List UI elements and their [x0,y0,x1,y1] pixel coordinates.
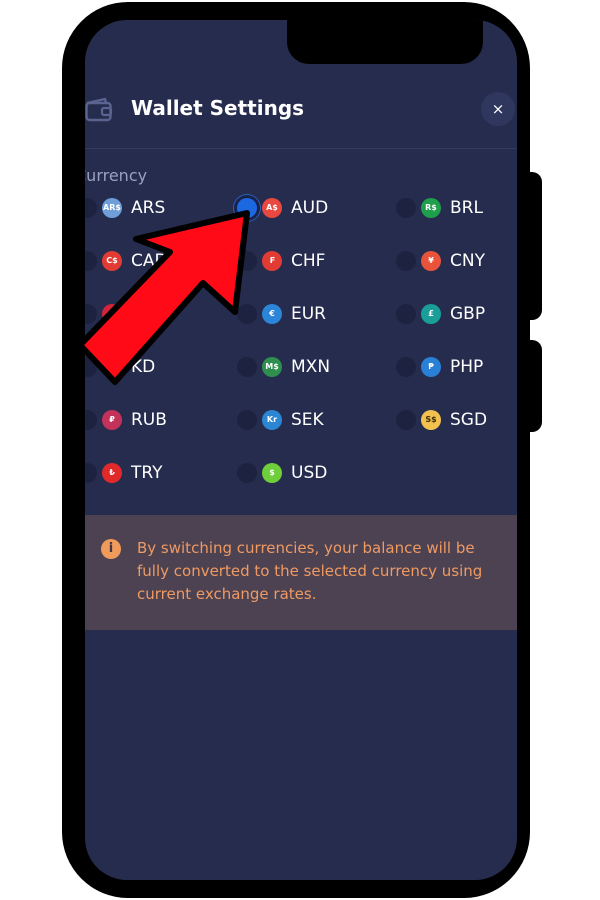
currency-flag-icon: S$ [421,410,441,430]
currency-code: KD [131,357,156,377]
currency-flag-icon: A$ [262,198,282,218]
currency-radio[interactable] [396,198,416,218]
currency-radio[interactable] [85,304,97,324]
currency-flag-icon: $ [262,463,282,483]
currency-radio[interactable] [237,410,257,430]
currency-radio[interactable] [237,463,257,483]
currency-flag-icon: ₺ [102,463,122,483]
currency-code: BRL [450,198,483,218]
currency-code: MXN [291,357,331,377]
modal-header: Wallet Settings × [85,72,517,149]
currency-radio[interactable] [85,357,97,377]
close-button[interactable]: × [481,92,515,126]
currency-flag-icon: ₽ [102,410,122,430]
phone-notch [287,20,483,64]
currency-code: SEK [291,410,324,430]
currency-flag-icon: ¥ [421,251,441,271]
currency-flag-icon: Kr [262,410,282,430]
currency-radio[interactable] [237,251,257,271]
info-icon: i [101,539,121,559]
currency-flag-icon: € [262,304,282,324]
wallet-icon [85,97,113,122]
currency-code: RUB [131,410,167,430]
currency-flag-icon: M$ [262,357,282,377]
currency-radio[interactable] [237,357,257,377]
currency-code: CHF [291,251,326,271]
currency-code: CAD [131,251,168,271]
currency-radio[interactable] [237,198,257,218]
currency-flag-icon: ₱ [421,357,441,377]
currency-flag-icon: K [102,304,122,324]
conversion-notice: i By switching currencies, your balance … [85,515,517,630]
page-title: Wallet Settings [131,96,305,120]
currency-flag-icon: ₣ [262,251,282,271]
currency-flag-icon: AR$ [102,198,122,218]
currency-radio[interactable] [85,463,97,483]
currency-code: CNY [450,251,485,271]
currency-radio[interactable] [237,304,257,324]
currency-code: TRY [131,463,163,483]
wallet-settings-screen: Wallet Settings × Currency AR$ ARS A$ AUD R$… [85,20,517,880]
currency-code: USD [291,463,328,483]
currency-code: AUD [291,198,329,218]
currency-code: SGD [450,410,488,430]
currency-radio[interactable] [396,251,416,271]
currency-code: ARS [131,198,166,218]
currency-code: PHP [450,357,484,377]
currency-code: GBP [450,304,486,324]
currency-section-label: Currency [85,166,148,185]
currency-flag-icon: C$ [102,251,122,271]
currency-radio[interactable] [396,410,416,430]
currency-flag-icon: R$ [421,198,441,218]
currency-code: EUR [291,304,326,324]
phone-side-button-upper [530,172,542,320]
phone-side-button-lower [530,340,542,432]
currency-flag-icon: £ [421,304,441,324]
notice-text: By switching currencies, your balance wi… [137,539,483,603]
currency-radio[interactable] [85,410,97,430]
currency-radio[interactable] [85,251,97,271]
currency-radio[interactable] [85,198,97,218]
currency-radio[interactable] [396,357,416,377]
currency-radio[interactable] [396,304,416,324]
close-icon: × [491,100,505,118]
